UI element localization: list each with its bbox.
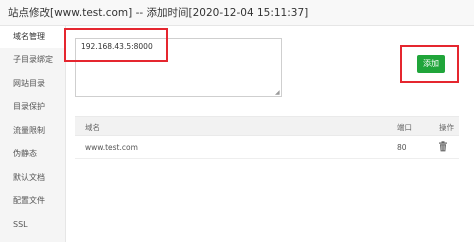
sidebar-item-default-document[interactable]: 默认文档 (0, 167, 65, 189)
sidebar-item-ssl[interactable]: SSL (0, 214, 65, 236)
resize-grip-icon[interactable]: ◢ (275, 90, 281, 96)
sidebar-item-traffic-limit[interactable]: 流量限制 (0, 120, 65, 142)
domain-table-header: 域名 端口 操作 (75, 116, 459, 136)
sidebar-item-directory-protection[interactable]: 目录保护 (0, 96, 65, 118)
title-bar: 站点修改[www.test.com] -- 添加时间[2020-12-04 15… (0, 0, 474, 26)
column-header-port: 端口 (397, 123, 412, 132)
sidebar-item-site-directory[interactable]: 网站目录 (0, 73, 65, 95)
column-header-domain: 域名 (85, 123, 100, 132)
sidebar-item-config-file[interactable]: 配置文件 (0, 190, 65, 212)
sidebar: 域名管理 子目录绑定 网站目录 目录保护 流量限制 伪静态 默认文档 配置文件 … (0, 26, 66, 242)
row-port: 80 (397, 143, 407, 152)
annotation-highlight-domain (64, 28, 168, 62)
row-domain: www.test.com (85, 143, 138, 152)
sidebar-item-subdirectory-binding[interactable]: 子目录绑定 (0, 49, 65, 71)
annotation-highlight-add-button (400, 45, 459, 83)
sidebar-item-domain-management[interactable]: 域名管理 (0, 26, 65, 48)
sidebar-item-rewrite[interactable]: 伪静态 (0, 143, 65, 165)
dialog-title: 站点修改[www.test.com] -- 添加时间[2020-12-04 15… (8, 7, 309, 19)
column-header-action: 操作 (439, 123, 454, 132)
trash-icon[interactable] (438, 141, 448, 152)
site-edit-dialog: 站点修改[www.test.com] -- 添加时间[2020-12-04 15… (0, 0, 474, 242)
table-row: www.test.com 80 (75, 136, 459, 159)
